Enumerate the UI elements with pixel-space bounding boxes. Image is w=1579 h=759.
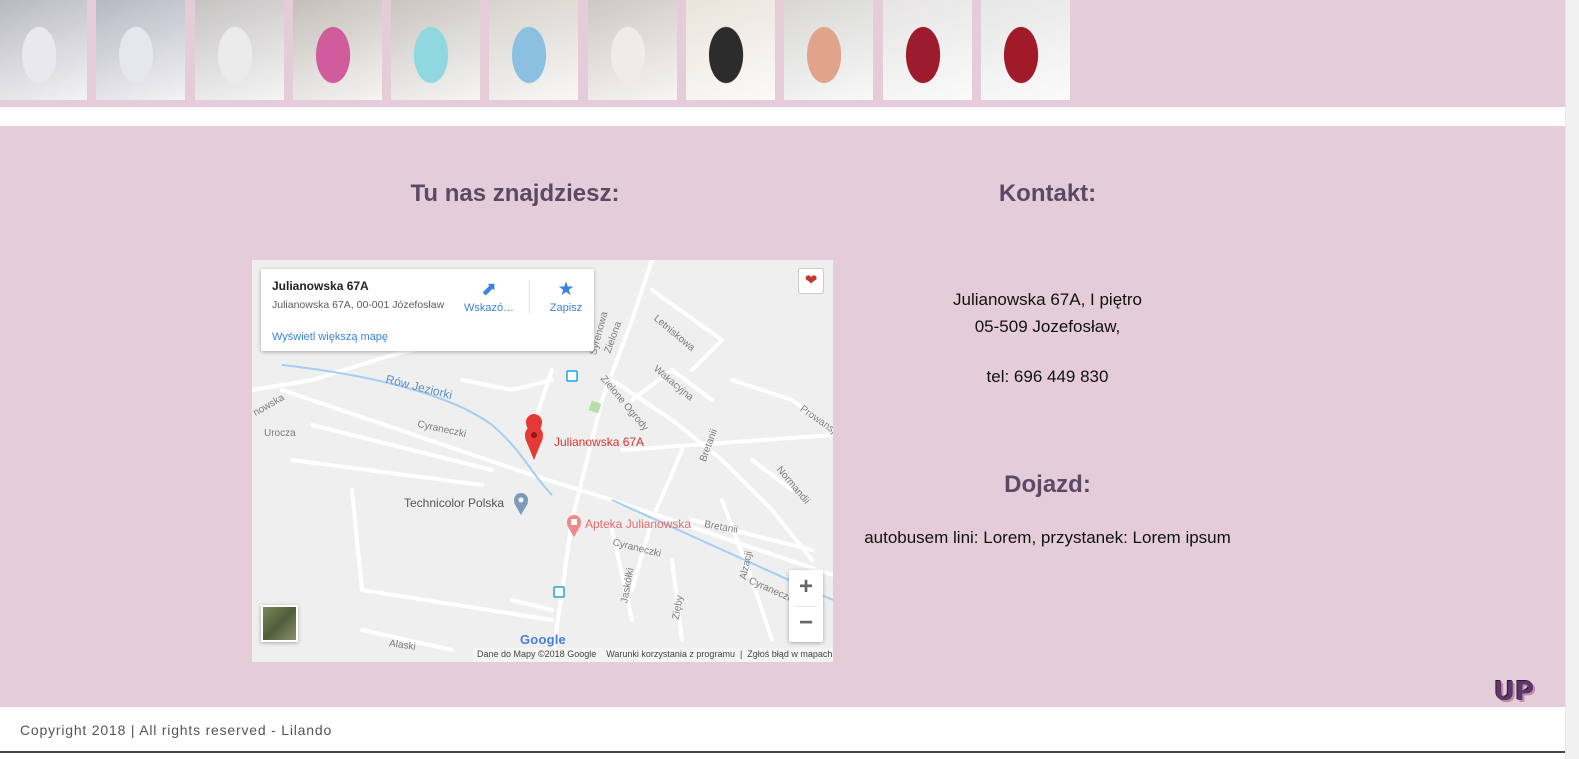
zoom-out-button[interactable]: − bbox=[789, 606, 823, 642]
nail-photo-7[interactable] bbox=[588, 0, 677, 100]
map-favorite-icon[interactable]: ❤ bbox=[798, 268, 824, 294]
larger-map-link[interactable]: Wyświetl większą mapę bbox=[272, 331, 388, 343]
poi-technicolor[interactable]: Technicolor Polska bbox=[404, 496, 504, 510]
zoom-in-button[interactable]: + bbox=[789, 570, 823, 606]
map-report-link[interactable]: Zgłoś błąd w mapach bbox=[747, 649, 832, 659]
map-terms-link[interactable]: Warunki korzystania z programu bbox=[606, 649, 735, 659]
nail-photo-9[interactable] bbox=[784, 0, 873, 100]
google-logo: Google bbox=[520, 632, 566, 647]
nail-photo-1[interactable] bbox=[0, 0, 87, 100]
directions-button[interactable]: ⬈ Wskazó… bbox=[459, 278, 519, 314]
google-map[interactable]: Rów Jeziorki Cyraneczki Urocza nowska Zi… bbox=[252, 260, 833, 662]
place-title: Julianowska 67A bbox=[272, 279, 369, 293]
poi-pharmacy[interactable]: Apteka Julianowska bbox=[585, 517, 691, 531]
directions-label: Wskazó… bbox=[463, 302, 515, 314]
address-line-1: Julianowska 67A, I piętro bbox=[953, 290, 1142, 309]
star-icon: ★ bbox=[557, 279, 575, 300]
copyright-text: Copyright 2018 | All rights reserved - L… bbox=[20, 722, 333, 738]
card-divider bbox=[529, 281, 530, 313]
location-heading: Tu nas znajdziesz: bbox=[410, 180, 620, 207]
nail-photo-10[interactable] bbox=[883, 0, 972, 100]
contact-heading: Kontakt: bbox=[998, 180, 1097, 207]
nail-photo-6[interactable] bbox=[489, 0, 578, 100]
zoom-control: + − bbox=[789, 570, 823, 642]
nail-photo-4[interactable] bbox=[293, 0, 382, 100]
nail-photo-11[interactable] bbox=[981, 0, 1070, 100]
bottom-divider bbox=[0, 751, 1565, 753]
nail-photo-3[interactable] bbox=[195, 0, 284, 100]
zoom-divider bbox=[795, 606, 817, 607]
place-address: Julianowska 67A, 00-001 Józefosław bbox=[272, 299, 445, 311]
map-attribution: Dane do Mapy ©2018 Google Warunki korzys… bbox=[473, 648, 833, 662]
nail-photo-5[interactable] bbox=[391, 0, 480, 100]
transit-info: autobusem lini: Lorem, przystanek: Lorem… bbox=[864, 528, 1231, 547]
transit-heading: Dojazd: bbox=[1004, 471, 1091, 498]
nail-photo-8[interactable] bbox=[686, 0, 775, 100]
page-scrollbar[interactable] bbox=[1565, 0, 1579, 759]
page-footer: Copyright 2018 | All rights reserved - L… bbox=[0, 707, 1565, 752]
map-place-card: Julianowska 67A Julianowska 67A, 00-001 … bbox=[261, 269, 594, 351]
save-label: Zapisz bbox=[549, 302, 583, 314]
map-pin-label[interactable]: Julianowska 67A bbox=[554, 435, 644, 449]
nail-photo-2[interactable] bbox=[96, 0, 185, 100]
map-data-credit: Dane do Mapy ©2018 Google bbox=[477, 649, 597, 659]
gallery-strip bbox=[0, 0, 1565, 107]
scroll-up-button[interactable]: UP bbox=[1494, 677, 1534, 707]
save-button[interactable]: ★ Zapisz bbox=[536, 278, 596, 314]
phone-number: tel: 696 449 830 bbox=[986, 367, 1109, 386]
street-label: Urocza bbox=[264, 428, 296, 439]
satellite-toggle[interactable] bbox=[261, 605, 298, 642]
address-line-2: 05-509 Jozefosław, bbox=[974, 317, 1121, 336]
directions-icon: ⬈ bbox=[481, 279, 497, 300]
